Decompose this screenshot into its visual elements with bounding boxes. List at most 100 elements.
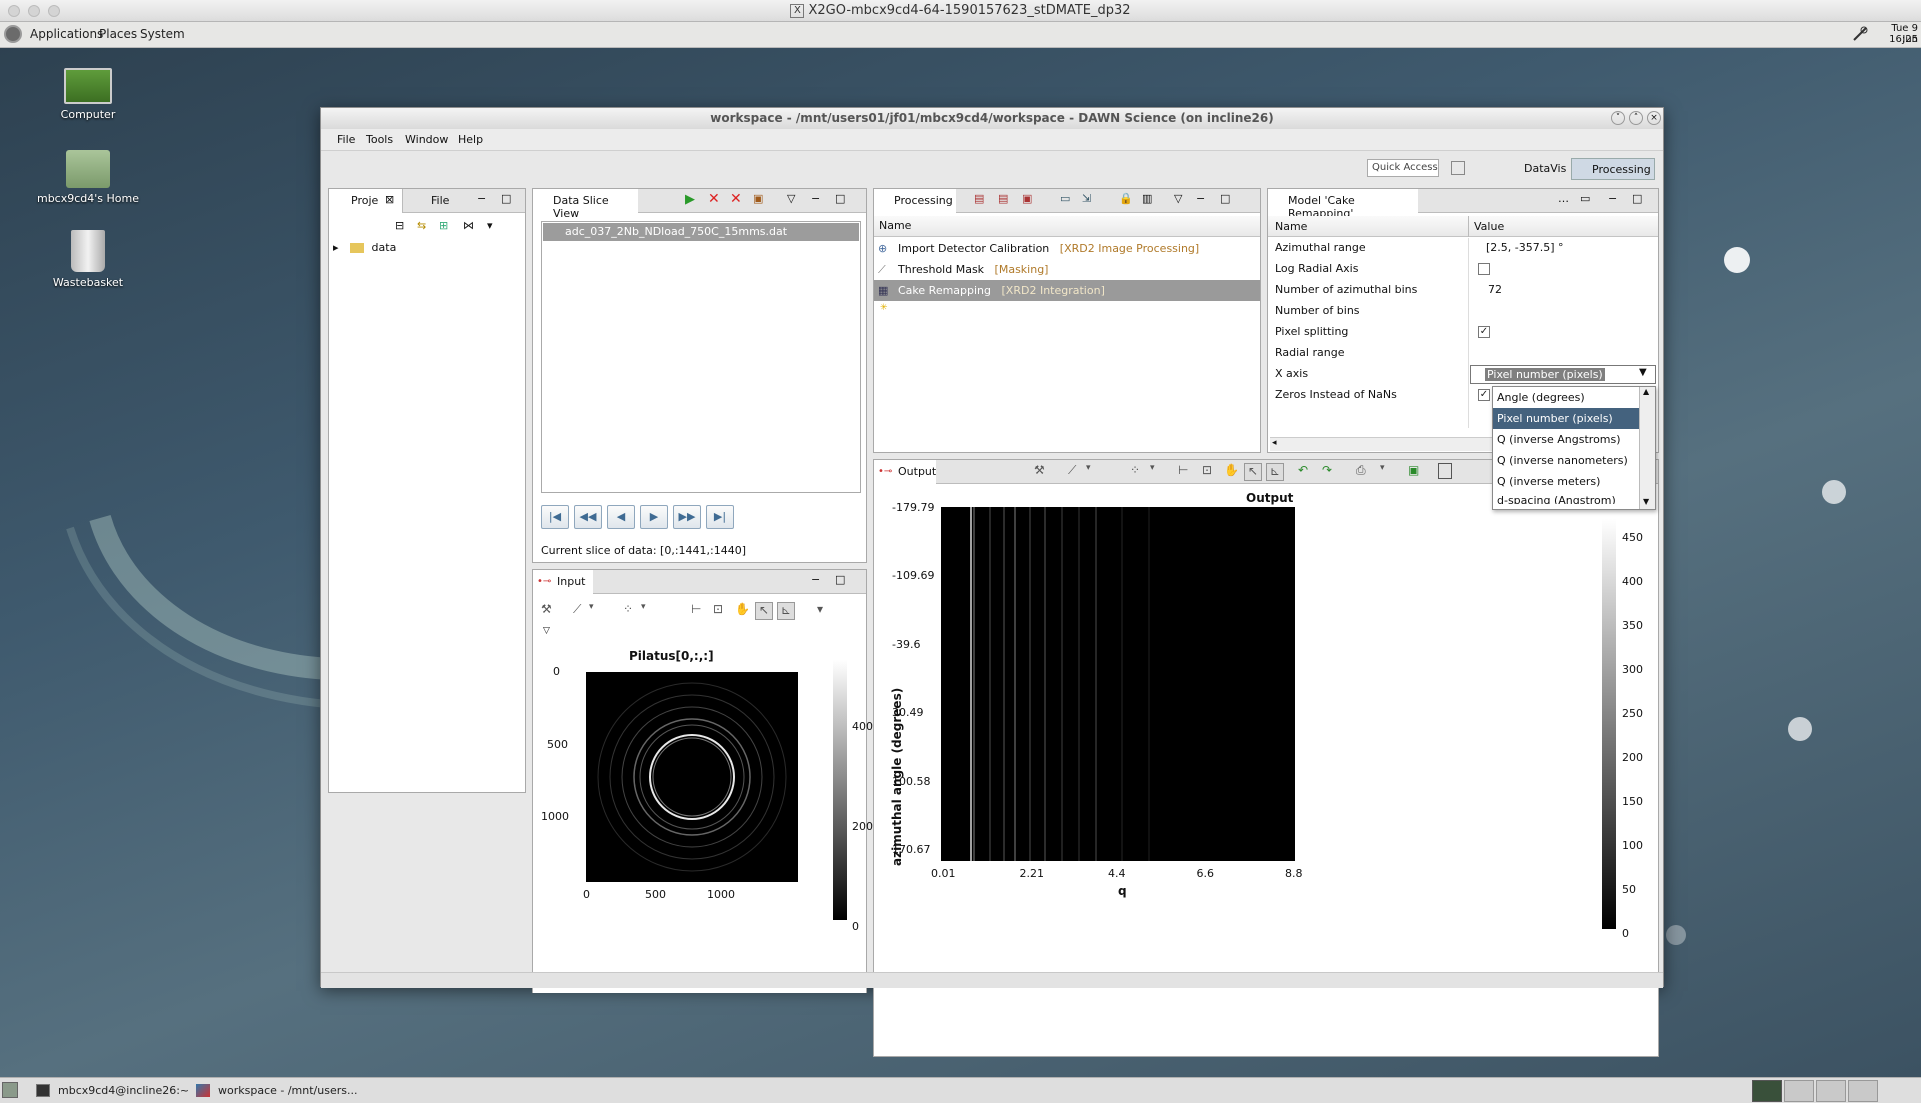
- menu-tools[interactable]: Tools: [366, 133, 393, 146]
- insert-operation-icon[interactable]: ▤: [998, 192, 1008, 205]
- dropdown-arrow-icon[interactable]: ▾: [1086, 463, 1091, 473]
- table-row[interactable]: ▦ Cake Remapping [XRD2 Integration]: [874, 280, 1260, 301]
- export-icon[interactable]: ▣: [1408, 463, 1419, 477]
- log-radial-checkbox[interactable]: [1478, 263, 1490, 275]
- run-icon[interactable]: ▶: [685, 192, 695, 207]
- delete-operation-icon[interactable]: ▣: [1022, 192, 1032, 205]
- clipboard-icon[interactable]: ▣: [753, 192, 763, 205]
- tree-item-data[interactable]: ▸ data: [333, 241, 396, 259]
- workspace-switcher-2[interactable]: [1784, 1080, 1814, 1102]
- tab-project[interactable]: Proje ⊠: [329, 189, 403, 213]
- close-window-button[interactable]: [8, 5, 20, 17]
- zoom-window-button[interactable]: [48, 5, 60, 17]
- fast-back-button[interactable]: ◀◀: [574, 505, 602, 529]
- tab-data-slice-view[interactable]: Data Slice View: [533, 189, 638, 220]
- dropdown-option[interactable]: Q (inverse Angstroms): [1493, 429, 1655, 450]
- dropdown-option-selected[interactable]: Pixel number (pixels): [1493, 408, 1655, 429]
- system-menu[interactable]: System: [140, 27, 185, 41]
- tab-input[interactable]: Input •⊸: [533, 570, 593, 594]
- places-menu[interactable]: Places: [99, 27, 137, 41]
- remove-all-icon[interactable]: ✕: [730, 191, 742, 207]
- scroll-down-icon[interactable]: ▼: [1643, 497, 1649, 506]
- processing-column-header[interactable]: Name: [874, 216, 1260, 237]
- link-editor-icon[interactable]: ⇆: [417, 219, 426, 232]
- column-value-header[interactable]: Value: [1474, 220, 1504, 233]
- tab-output[interactable]: Output •⊸: [874, 460, 936, 484]
- zoom-axes-icon[interactable]: ⊢: [691, 602, 701, 616]
- last-slice-button[interactable]: ▶|: [706, 505, 734, 529]
- tab-model[interactable]: Model 'Cake Remapping': [1268, 189, 1418, 220]
- mate-logo-icon[interactable]: [4, 25, 22, 43]
- close-tab-icon[interactable]: ⊠: [385, 193, 394, 206]
- first-slice-button[interactable]: |◀: [541, 505, 569, 529]
- view-menu-icon[interactable]: ▽: [787, 192, 795, 205]
- scatter-icon[interactable]: ⁘: [623, 602, 633, 616]
- perspective-processing[interactable]: Processing: [1571, 158, 1655, 180]
- minimize-icon[interactable]: −: [477, 192, 486, 205]
- pointer-icon[interactable]: ↖: [1244, 463, 1262, 481]
- maximize-icon[interactable]: □: [1632, 192, 1642, 205]
- fast-forward-button[interactable]: ▶▶: [673, 505, 701, 529]
- toolbar-overflow-icon[interactable]: ▽: [543, 626, 550, 636]
- dropdown-option[interactable]: Q (inverse nanometers): [1493, 450, 1655, 471]
- axes-icon[interactable]: ⊾: [1266, 463, 1284, 481]
- more-options-icon[interactable]: …: [1558, 192, 1569, 205]
- dropdown-scrollbar[interactable]: ▲ ▼: [1639, 387, 1655, 509]
- table-row[interactable]: Log Radial Axis: [1268, 259, 1658, 280]
- workspace-switcher-1[interactable]: [1752, 1080, 1782, 1102]
- next-slice-button[interactable]: ▶: [640, 505, 668, 529]
- add-new-operation-icon[interactable]: ✳: [880, 303, 888, 313]
- tab-file[interactable]: File: [431, 194, 449, 207]
- undo-icon[interactable]: ↶: [1298, 463, 1308, 477]
- show-desktop-icon[interactable]: [2, 1082, 18, 1098]
- zoom-axes-icon[interactable]: ⊢: [1178, 463, 1188, 477]
- maximize-icon[interactable]: □: [1220, 192, 1230, 205]
- dropdown-option[interactable]: Angle (degrees): [1493, 387, 1655, 408]
- dropdown-option[interactable]: Q (inverse meters): [1493, 471, 1655, 492]
- pixel-splitting-checkbox[interactable]: ✓: [1478, 326, 1490, 338]
- column-divider[interactable]: [1468, 216, 1469, 237]
- table-row[interactable]: Pixel splitting ✓: [1268, 322, 1658, 343]
- remove-icon[interactable]: ✕: [708, 191, 720, 207]
- load-pipeline-icon[interactable]: ⇲: [1082, 192, 1091, 205]
- property-value[interactable]: 72: [1488, 283, 1502, 296]
- workspace-switcher-4[interactable]: [1848, 1080, 1878, 1102]
- print-icon[interactable]: ⎙: [1356, 463, 1366, 478]
- plot-type-icon[interactable]: ⟋: [573, 602, 581, 617]
- column-name-header[interactable]: Name: [1275, 220, 1307, 233]
- perspective-datavis[interactable]: DataVis: [1504, 158, 1568, 180]
- plot-type-icon[interactable]: ⟋: [1068, 463, 1076, 478]
- network-icon[interactable]: [1852, 26, 1868, 42]
- redo-icon[interactable]: ↷: [1322, 463, 1332, 477]
- scroll-left-icon[interactable]: ◂: [1272, 438, 1277, 448]
- scroll-up-icon[interactable]: ▲: [1643, 387, 1649, 396]
- zoom-box-icon[interactable]: ⊡: [713, 602, 723, 616]
- minimize-icon[interactable]: −: [1608, 192, 1617, 205]
- minimize-icon[interactable]: −: [811, 192, 820, 205]
- window-close-button[interactable]: ×: [1647, 111, 1661, 125]
- save-pipeline-icon[interactable]: ▭: [1060, 192, 1070, 205]
- show-advanced-icon[interactable]: ▭: [1580, 192, 1590, 205]
- dropdown-arrow-icon[interactable]: ▾: [641, 602, 646, 612]
- desktop-icon-wastebasket[interactable]: Wastebasket: [28, 230, 148, 289]
- dropdown-arrow-icon[interactable]: ▾: [1150, 463, 1155, 473]
- window-minimize-button[interactable]: ˅: [1611, 111, 1625, 125]
- minimize-icon[interactable]: −: [1196, 192, 1205, 205]
- expand-arrow-icon[interactable]: ▸: [333, 241, 339, 254]
- table-row[interactable]: X axis Pixel number (pixels) ▼: [1268, 364, 1658, 385]
- histogram-icon[interactable]: [1438, 463, 1452, 479]
- menu-help[interactable]: Help: [458, 133, 483, 146]
- open-perspective-icon[interactable]: [1451, 161, 1465, 175]
- collapse-all-icon[interactable]: ⊟: [395, 219, 404, 232]
- view-menu-icon[interactable]: ▽: [1174, 192, 1182, 205]
- table-row[interactable]: Azimuthal range [2.5, -357.5] °: [1268, 238, 1658, 259]
- view-menu-icon[interactable]: ▾: [487, 219, 493, 232]
- menu-window[interactable]: Window: [405, 133, 448, 146]
- axes-icon[interactable]: ⊾: [777, 602, 795, 620]
- window-maximize-button[interactable]: ˄: [1629, 111, 1643, 125]
- menu-file[interactable]: File: [337, 133, 355, 146]
- minimize-window-button[interactable]: [28, 5, 40, 17]
- applications-menu[interactable]: Applications: [30, 27, 103, 41]
- x-axis-combo[interactable]: Pixel number (pixels) ▼: [1470, 365, 1656, 384]
- prev-slice-button[interactable]: ◀: [607, 505, 635, 529]
